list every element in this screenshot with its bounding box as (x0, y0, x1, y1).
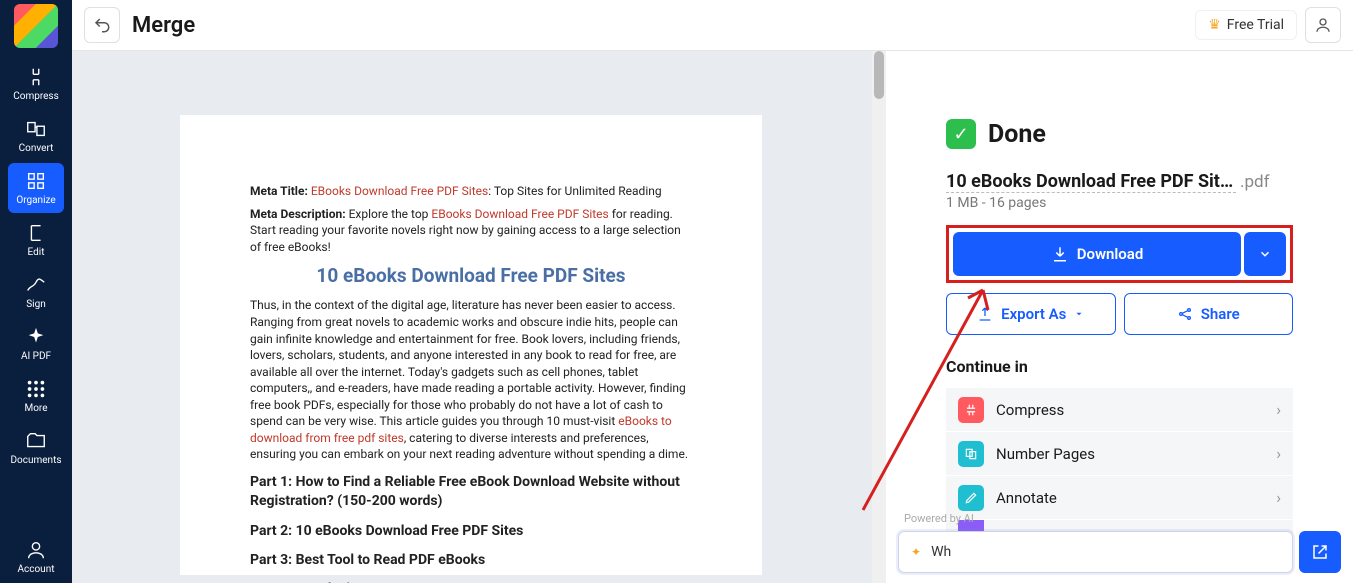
continue-in-label: Continue in (946, 357, 1293, 376)
chevron-right-icon: › (1276, 488, 1281, 507)
sidebar-item-convert[interactable]: Convert (8, 111, 64, 161)
convert-icon (25, 118, 47, 140)
sidebar-item-aipdf[interactable]: AI PDF (8, 319, 64, 369)
undo-button[interactable] (84, 7, 120, 43)
powered-by-label: Powered by AI (904, 512, 974, 525)
doc-part2: Part 2: 10 eBooks Download Free PDF Site… (250, 522, 692, 541)
sidebar-item-account[interactable]: Account (8, 532, 64, 582)
ai-launch-button[interactable] (1299, 531, 1341, 573)
doc-part3: Part 3: Best Tool to Read PDF eBooks (250, 551, 692, 570)
doc-body-pre: Thus, in the context of the digital age,… (250, 298, 686, 428)
meta-desc-link: EBooks Download Free PDF Sites (431, 207, 608, 221)
sidebar: Compress Convert Organize Edit Sign AI P… (0, 0, 72, 583)
number-pages-icon (958, 441, 984, 467)
export-icon (977, 306, 993, 322)
continue-item-label: Compress (996, 401, 1264, 419)
sidebar-item-label: AI PDF (21, 351, 51, 362)
document-page: Meta Title: EBooks Download Free PDF Sit… (180, 115, 762, 575)
open-external-icon (1311, 543, 1329, 561)
meta-desc-label: Meta Description: (250, 207, 346, 221)
share-icon (1177, 306, 1193, 322)
sidebar-item-compress[interactable]: Compress (8, 59, 64, 109)
topbar: Merge ♛ Free Trial (72, 0, 1353, 51)
compress-icon (958, 397, 984, 423)
folder-icon (25, 430, 47, 452)
doc-heading: 10 eBooks Download Free PDF Sites (250, 263, 692, 289)
ai-input-text: Wh (931, 544, 951, 560)
compress-icon (25, 66, 47, 88)
sidebar-item-label: Compress (13, 91, 59, 102)
scrollbar-thumb[interactable] (874, 51, 884, 99)
sidebar-item-more[interactable]: More (8, 371, 64, 421)
continue-item-annotate[interactable]: Annotate › (946, 476, 1293, 520)
sidebar-item-label: More (24, 403, 47, 414)
sidebar-item-label: Edit (28, 247, 45, 258)
document-viewport: Meta Title: EBooks Download Free PDF Sit… (72, 51, 886, 583)
chevron-right-icon: › (1276, 400, 1281, 419)
app-logo[interactable] (14, 4, 58, 48)
download-button[interactable]: Download (953, 232, 1241, 276)
organize-icon (25, 170, 47, 192)
continue-item-number-pages[interactable]: Number Pages › (946, 432, 1293, 476)
sidebar-item-label: Sign (26, 299, 46, 310)
account-button[interactable] (1305, 7, 1341, 43)
sidebar-item-documents[interactable]: Documents (8, 423, 64, 473)
chevron-right-icon: › (1276, 444, 1281, 463)
free-trial-button[interactable]: ♛ Free Trial (1195, 10, 1297, 40)
sidebar-item-label: Documents (10, 455, 61, 466)
more-icon (25, 378, 47, 400)
chevron-down-icon (1258, 247, 1272, 261)
sidebar-item-label: Organize (16, 195, 55, 206)
meta-title-rest: : Top Sites for Unlimited Reading (488, 184, 661, 198)
export-as-button[interactable]: Export As (946, 293, 1116, 335)
meta-desc-pre: Explore the top (346, 207, 432, 221)
export-label: Export As (1001, 305, 1066, 323)
meta-title-label: Meta Title: (250, 184, 308, 198)
undo-icon (93, 16, 111, 34)
download-icon (1051, 245, 1069, 263)
doc-part1: Part 1: How to Find a Reliable Free eBoo… (250, 473, 692, 512)
caret-down-icon (1074, 309, 1084, 319)
sidebar-item-organize[interactable]: Organize (8, 163, 64, 213)
check-icon: ✓ (946, 119, 976, 149)
edit-icon (25, 222, 47, 244)
file-extension: .pdf (1240, 172, 1270, 192)
sidebar-item-sign[interactable]: Sign (8, 267, 64, 317)
sidebar-item-label: Convert (19, 143, 54, 154)
trial-label: Free Trial (1227, 17, 1284, 33)
done-label: Done (988, 120, 1046, 149)
meta-title-link: EBooks Download Free PDF Sites (311, 184, 488, 198)
annotate-icon (958, 485, 984, 511)
user-icon (1314, 16, 1332, 34)
sign-icon (25, 274, 47, 296)
file-name[interactable]: 10 eBooks Download Free PDF Sites… (946, 171, 1236, 193)
user-icon (25, 539, 47, 561)
ai-chat-input[interactable]: ✦ Wh (898, 531, 1293, 573)
download-options-button[interactable] (1244, 232, 1286, 276)
sparkle-icon (25, 326, 47, 348)
share-button[interactable]: Share (1124, 293, 1294, 335)
scrollbar-track[interactable] (872, 51, 886, 583)
continue-item-compress[interactable]: Compress › (946, 388, 1293, 432)
file-meta: 1 MB - 16 pages (946, 195, 1293, 211)
continue-item-label: Annotate (996, 489, 1264, 507)
download-highlight-annotation: Download (946, 225, 1293, 283)
continue-item-label: Number Pages (996, 445, 1264, 463)
right-panel: ✓ Done 10 eBooks Download Free PDF Sites… (886, 51, 1353, 583)
crown-icon: ♛ (1208, 17, 1221, 33)
sparkle-icon: ✦ (911, 545, 921, 559)
sidebar-item-edit[interactable]: Edit (8, 215, 64, 265)
sidebar-item-label: Account (17, 564, 54, 575)
page-title: Merge (132, 13, 195, 38)
download-label: Download (1077, 245, 1144, 263)
share-label: Share (1201, 305, 1240, 323)
